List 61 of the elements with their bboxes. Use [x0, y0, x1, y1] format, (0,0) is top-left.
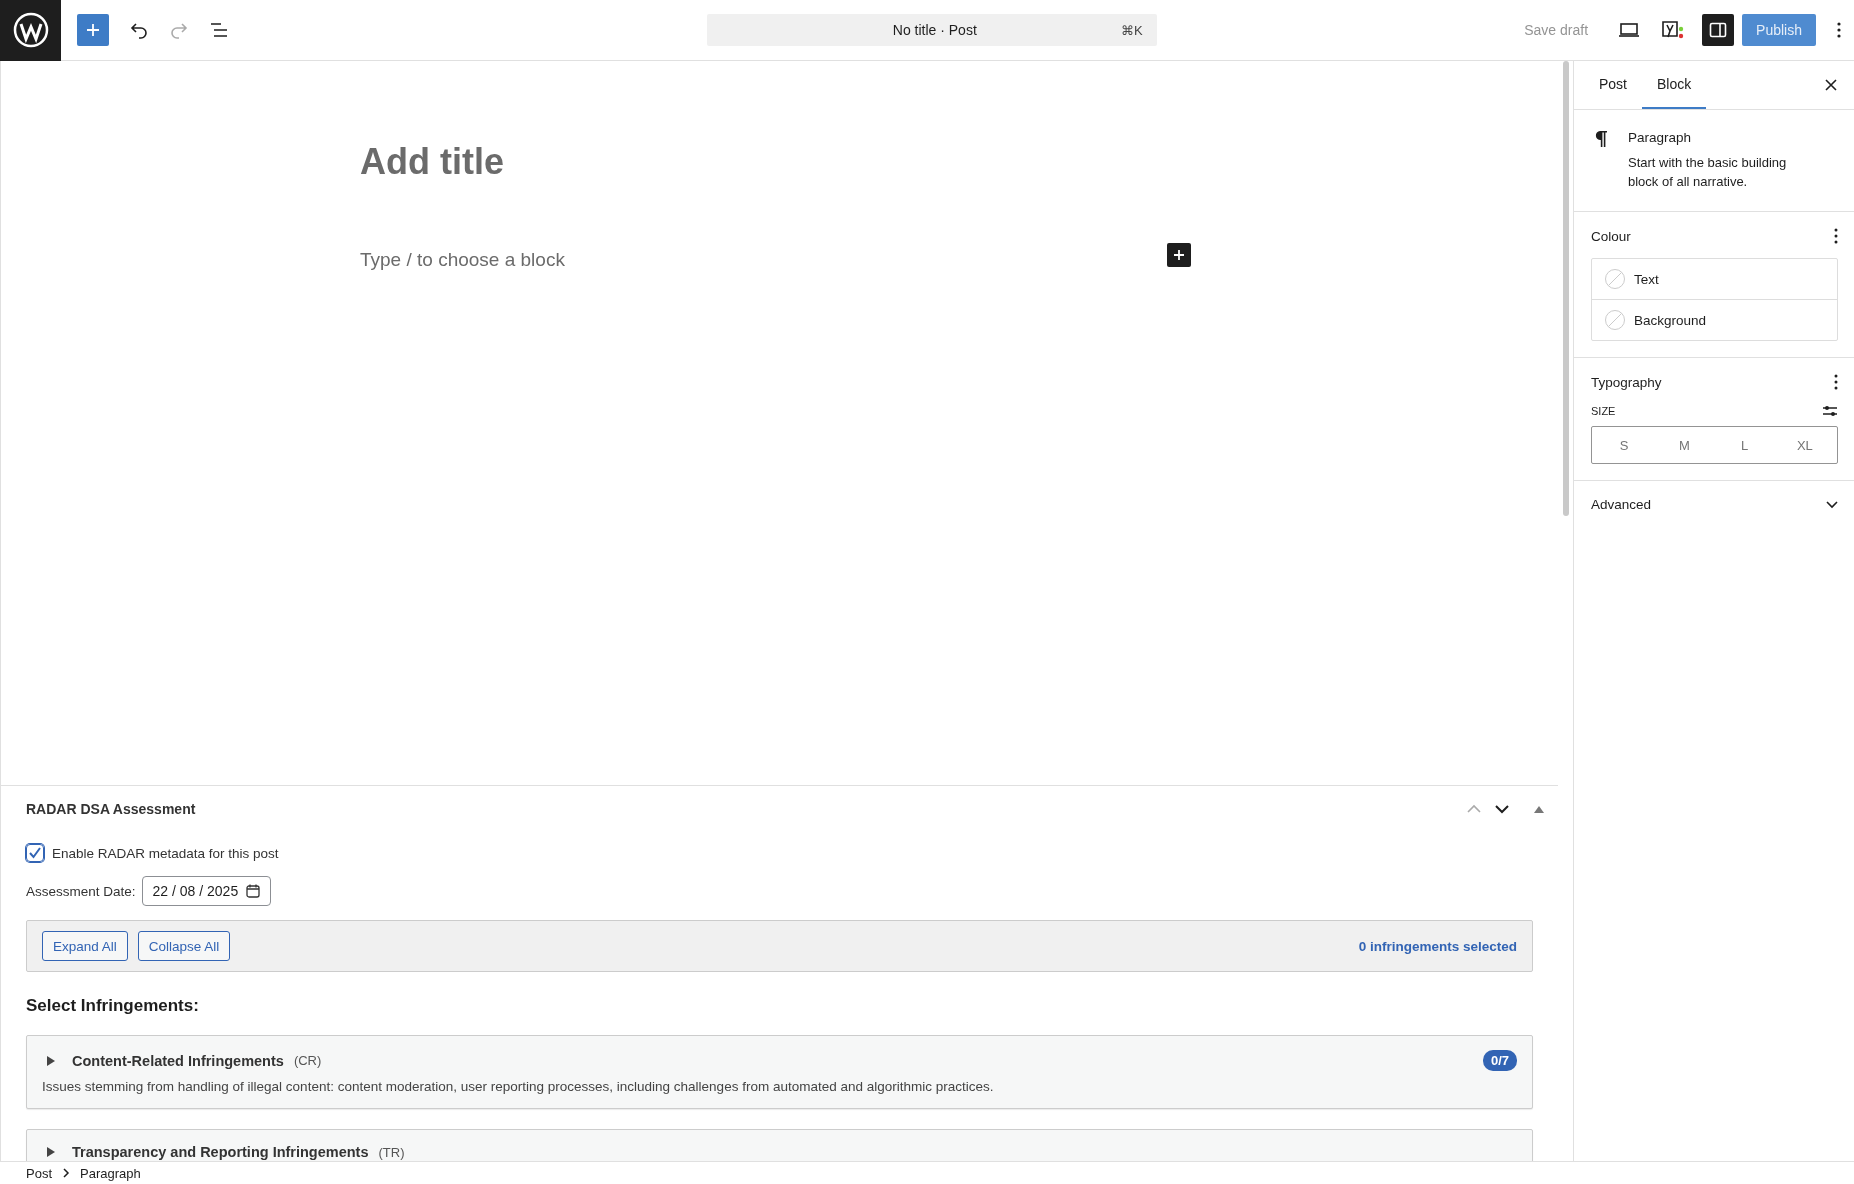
- disclosure-icon[interactable]: [46, 1147, 56, 1157]
- scrollbar[interactable]: [1563, 61, 1569, 516]
- section-heading: Select Infringements:: [26, 996, 200, 1016]
- chevron-icon: [62, 1168, 70, 1178]
- collapse-icon[interactable]: [1534, 805, 1544, 813]
- shortcut-hint: ⌘K: [1120, 22, 1143, 38]
- category-code: (TR): [378, 1144, 405, 1160]
- sidebar-tab[interactable]: Block: [1642, 61, 1707, 109]
- paragraph-field[interactable]: Type / to choose a block: [360, 249, 1167, 271]
- block-name: Paragraph: [1628, 130, 1693, 145]
- more-options-icon[interactable]: [1834, 228, 1838, 244]
- toggle-all-button[interactable]: Collapse All: [137, 931, 231, 961]
- colour-option[interactable]: Background: [1592, 299, 1837, 340]
- font-size-option[interactable]: L: [1714, 429, 1775, 461]
- more-options-icon[interactable]: [1834, 374, 1838, 390]
- block-description: Start with the basic building block of all narrative.: [1628, 154, 1788, 191]
- category-code: (CR): [293, 1053, 322, 1068]
- category-title: Transparency and Reporting Infringements: [72, 1144, 369, 1160]
- font-size-option[interactable]: M: [1654, 429, 1715, 461]
- font-size-option[interactable]: XL: [1774, 429, 1835, 461]
- list-view-icon[interactable]: [209, 20, 229, 40]
- pilcrow-icon: [1594, 130, 1608, 148]
- count-badge: 0/7: [1482, 1050, 1517, 1071]
- sidebar-tab[interactable]: Post: [1584, 61, 1642, 109]
- close-icon[interactable]: [1824, 78, 1838, 92]
- add-block-button[interactable]: [1167, 243, 1191, 267]
- site-logo-icon[interactable]: [0, 0, 61, 61]
- plus-icon: [1172, 248, 1186, 262]
- panel-title: Typography: [1591, 374, 1662, 390]
- plus-icon: [84, 21, 102, 39]
- colour-option[interactable]: Text: [1592, 259, 1837, 299]
- panel-title: Colour: [1591, 228, 1631, 244]
- no-colour-swatch-icon: [1604, 309, 1626, 331]
- date-field[interactable]: 22 / 08 / 2025: [141, 876, 272, 906]
- sliders-icon[interactable]: [1822, 404, 1838, 418]
- breadcrumb-link[interactable]: Paragraph: [80, 1165, 141, 1181]
- sidebar-toggle-icon[interactable]: [1702, 14, 1735, 46]
- title-field[interactable]: Add title: [360, 141, 1200, 183]
- enable-checkbox[interactable]: [26, 844, 44, 862]
- desktop-preview-icon[interactable]: [1618, 20, 1641, 40]
- more-options-icon[interactable]: [1836, 20, 1842, 40]
- checkbox-label: Enable RADAR metadata for this post: [52, 845, 279, 861]
- undo-icon[interactable]: [129, 20, 149, 40]
- category-card[interactable]: Transparency and Reporting Infringements (TR): [26, 1129, 1533, 1161]
- date-label: Assessment Date:: [26, 883, 136, 899]
- move-down-icon[interactable]: [1494, 804, 1510, 814]
- advanced-toggle[interactable]: Advanced: [1574, 481, 1854, 528]
- calendar-icon[interactable]: [246, 884, 261, 898]
- disclosure-icon[interactable]: [46, 1055, 56, 1066]
- no-colour-swatch-icon: [1604, 268, 1626, 290]
- size-label: SIZE: [1591, 405, 1616, 417]
- document-bar[interactable]: No title · Post ⌘K: [706, 14, 1157, 46]
- category-description: Issues stemming from handling of illegal content: content moderation, user reporting processes, including challenges from automated and algorithmic practices.: [42, 1079, 995, 1094]
- toggle-all-button[interactable]: Expand All: [42, 931, 128, 961]
- selection-count: 0 infringements selected: [1358, 938, 1517, 954]
- breadcrumb-link[interactable]: Post: [26, 1165, 52, 1181]
- document-title: No title · Post: [891, 22, 978, 38]
- category-title: Content-Related Infringements: [72, 1052, 284, 1069]
- panel-title: RADAR DSA Assessment: [26, 801, 196, 817]
- font-size-option[interactable]: S: [1594, 429, 1655, 461]
- category-card[interactable]: Content-Related Infringements (CR) 0/7 Issues stemming from handling of illegal content: content moderation, user reporting processes, including challenges from automated and algorithmic practices.: [26, 1035, 1533, 1109]
